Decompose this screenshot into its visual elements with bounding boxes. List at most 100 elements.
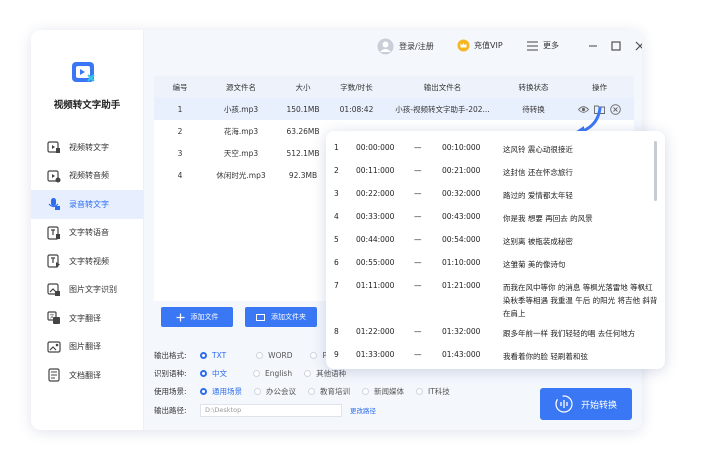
output-path-label: 输出路径: (154, 405, 187, 415)
segment-dash: — (414, 212, 422, 221)
radio-dot (200, 369, 207, 377)
segment-number: 3 (334, 189, 339, 198)
radio-label: 通用场景 (212, 386, 242, 396)
segment-end: 00:32:000 (442, 189, 481, 198)
sidebar-item-video-to-audio[interactable]: 视频转音频 (31, 162, 143, 191)
lang-radio-other[interactable]: 其他语种 (304, 368, 346, 379)
segment-start: 00:55:000 (356, 258, 395, 267)
sidebar-item-label: 文字转语音 (69, 228, 109, 238)
scene-radio-education[interactable]: 教育培训 (308, 386, 350, 397)
segment-start: 00:11:000 (356, 166, 395, 175)
segment-number: 9 (334, 350, 339, 359)
segment-start: 00:33:000 (356, 212, 395, 221)
sidebar-item-text-to-video[interactable]: 文字转视频 (31, 247, 143, 276)
conversion-status: 待转换 (522, 104, 545, 114)
language-label: 识别语种: (154, 368, 187, 378)
segment-end: 00:10:000 (442, 143, 481, 152)
column-header: 大小 (295, 82, 311, 92)
segment-end: 00:21:000 (442, 166, 481, 175)
start-convert-button[interactable]: 开始转换 (540, 388, 632, 420)
segment-dash: — (414, 235, 422, 244)
sidebar-item-text-to-speech[interactable]: 文字转语音 (31, 219, 143, 248)
segment-dash: — (414, 189, 422, 198)
minimize-icon[interactable] (586, 39, 600, 53)
vip-button[interactable]: 充值VIP (457, 39, 503, 52)
video-to-text-icon (47, 141, 60, 154)
segment-end: 01:21:000 (442, 281, 481, 290)
video-to-audio-icon (47, 170, 61, 183)
sidebar-item-label: 视频转音频 (69, 171, 109, 181)
radio-dot (200, 351, 207, 359)
sidebar-item-image-translate[interactable]: 图片翻译 (31, 333, 143, 362)
segment-dash: — (414, 350, 422, 359)
sidebar-item-text-translate[interactable]: 文 文字翻译 (31, 304, 143, 333)
segment-start: 01:22:000 (356, 327, 395, 336)
sidebar-item-label: 图片翻译 (69, 342, 101, 352)
segment-number: 7 (334, 281, 339, 290)
radio-label: IT科技 (428, 386, 450, 396)
output-format-row: 输出格式: TXT WORD P (154, 348, 339, 362)
sidebar-item-label: 文档翻译 (69, 370, 101, 380)
scene-radio-office[interactable]: 办公会议 (254, 386, 296, 397)
more-menu[interactable]: 更多 (527, 40, 559, 51)
close-icon[interactable] (633, 39, 642, 53)
file-size: 512.1MB (286, 148, 320, 158)
segment-end: 01:10:000 (442, 258, 481, 267)
segment-start: 01:33:000 (356, 350, 395, 359)
delete-icon[interactable] (610, 103, 621, 115)
app-logo-icon (72, 62, 95, 82)
row-number: 2 (177, 126, 183, 136)
segment-text: 你是我 想要 再回去 的风景 (503, 214, 593, 223)
scene-radio-general[interactable]: 通用场景 (200, 386, 242, 397)
recording-to-text-icon (48, 198, 60, 211)
menu-icon (527, 40, 538, 51)
column-header: 输出文件名 (423, 82, 462, 92)
language-row: 识别语种: 中文 English 其他语种 (154, 366, 358, 380)
segment-dash: — (414, 166, 422, 175)
segment-text: 而我在风中等你 的消息 等枫光落雷地 等枫红染秋季等相遇 我重温 午后 的阳光 … (503, 283, 658, 318)
output-path-field[interactable]: D:\Desktop (200, 403, 342, 417)
segment-end: 01:43:000 (442, 350, 481, 359)
sidebar-item-video-to-text[interactable]: 视频转文字 (31, 133, 143, 162)
scene-radio-news[interactable]: 新闻媒体 (362, 386, 404, 397)
user-avatar-icon (377, 38, 394, 55)
sidebar-item-label: 文字转视频 (69, 256, 109, 266)
segment-start: 00:22:000 (356, 189, 395, 198)
radio-label: WORD (268, 350, 293, 360)
radio-dot (308, 387, 315, 395)
scene-radio-it[interactable]: IT科技 (416, 386, 450, 397)
more-label: 更多 (543, 41, 559, 50)
segment-number: 8 (334, 327, 339, 336)
radio-label: 教育培训 (320, 386, 350, 396)
lang-radio-chinese[interactable]: 中文 (200, 368, 227, 379)
format-radio-p[interactable]: P (310, 351, 327, 360)
add-file-button[interactable]: 添加文件 (161, 307, 233, 327)
lang-radio-english[interactable]: English (253, 369, 292, 378)
sidebar: 视频转文字助手 视频转文字 视频转音频 录音转文字 文字转语音 文字转视频 图片… (31, 30, 143, 430)
segment-text: 这风铃 震心动很接近 (503, 145, 573, 154)
add-folder-button[interactable]: 添加文件夹 (245, 307, 317, 327)
format-radio-word[interactable]: WORD (256, 351, 292, 360)
source-file-name: 天空.mp3 (223, 148, 259, 158)
maximize-icon[interactable] (609, 39, 623, 53)
plus-icon (176, 313, 184, 321)
format-radio-txt[interactable]: TXT (200, 351, 226, 360)
file-size: 92.3MB (288, 170, 318, 180)
sidebar-item-image-ocr[interactable]: 图片文字识别 (31, 276, 143, 305)
sidebar-item-document-translate[interactable]: 文档翻译 (31, 361, 143, 390)
vip-label: 充值VIP (474, 41, 503, 50)
output-format-label: 输出格式: (154, 350, 187, 360)
segment-number: 1 (334, 143, 339, 152)
add-file-label: 添加文件 (190, 313, 219, 321)
sidebar-item-recording-to-text[interactable]: 录音转文字 (31, 190, 143, 219)
source-file-name: 休闲时光.mp3 (216, 170, 266, 180)
login-label: 登录/注册 (399, 42, 434, 51)
radio-dot (253, 369, 260, 377)
segment-start: 00:00:000 (356, 143, 395, 152)
document-translate-icon (48, 368, 60, 382)
output-path-row: 输出路径: D:\Desktop 更改路径 (154, 403, 376, 417)
segment-dash: — (414, 281, 422, 290)
change-path-link[interactable]: 更改路径 (350, 405, 376, 415)
segment-text: 这别离 被瓶装成秘密 (503, 237, 573, 246)
login-button[interactable]: 登录/注册 (377, 38, 434, 55)
